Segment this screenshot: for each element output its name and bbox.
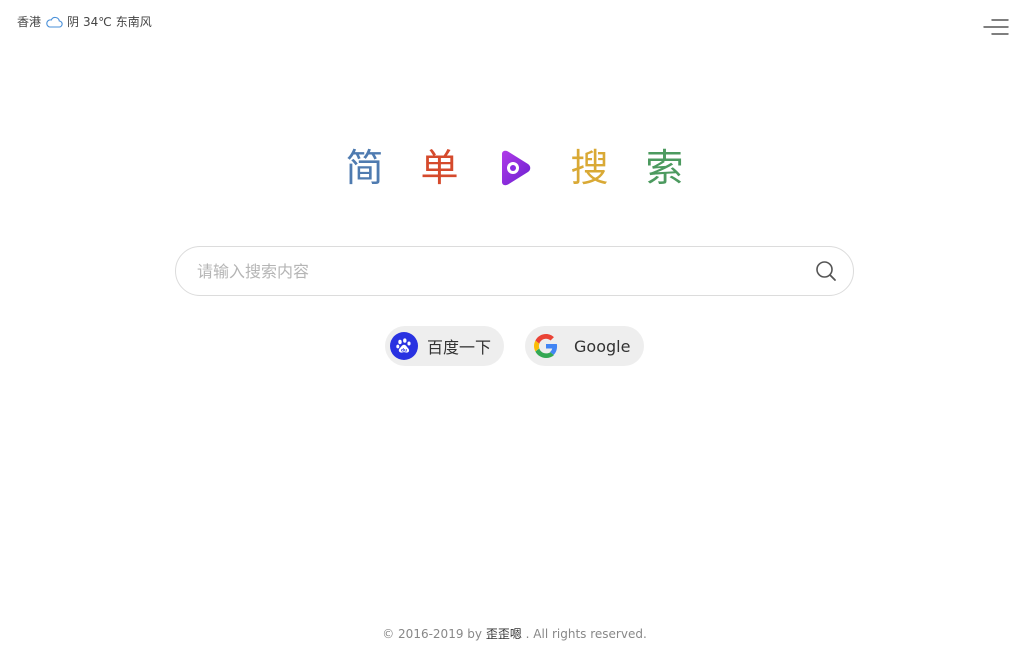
- baidu-paw-icon: du: [390, 332, 418, 360]
- menu-icon[interactable]: [983, 18, 1009, 36]
- search-engines: du 百度一下 Google: [0, 326, 1029, 366]
- google-search-button[interactable]: Google: [525, 326, 644, 366]
- logo-char-dan: 单: [420, 146, 459, 190]
- weather-city: 香港: [17, 15, 42, 29]
- brand-play-icon: [477, 146, 552, 190]
- weather-temperature: 34℃: [83, 15, 112, 29]
- baidu-search-button[interactable]: du 百度一下: [385, 326, 504, 366]
- footer-copyright: © 2016-2019 by: [382, 627, 486, 641]
- page: 香港 阴 34℃ 东南风 简 单 搜 索 请输入搜索内容 du 百度一下 Goo…: [0, 0, 1029, 651]
- cloud-icon: [45, 15, 63, 29]
- site-logo: 简 单 搜 索: [0, 146, 1029, 190]
- footer-author-link[interactable]: 歪歪嗯: [486, 627, 522, 641]
- search-icon[interactable]: [813, 258, 839, 284]
- footer-rights: . All rights reserved.: [521, 627, 647, 641]
- weather-condition: 阴: [67, 15, 80, 29]
- svg-text:du: du: [401, 348, 407, 353]
- search-input[interactable]: [195, 247, 813, 295]
- google-g-icon: [532, 332, 560, 360]
- google-button-label: Google: [574, 336, 631, 356]
- logo-char-sou: 搜: [570, 146, 609, 190]
- logo-char-suo: 索: [645, 146, 684, 190]
- weather-wind: 东南风: [115, 15, 152, 29]
- weather-widget[interactable]: 香港 阴 34℃ 东南风: [17, 14, 152, 30]
- search-box: [175, 246, 854, 296]
- footer: © 2016-2019 by 歪歪嗯 . All rights reserved…: [0, 625, 1029, 642]
- logo-char-jian: 简: [345, 146, 384, 190]
- baidu-button-label: 百度一下: [427, 338, 492, 357]
